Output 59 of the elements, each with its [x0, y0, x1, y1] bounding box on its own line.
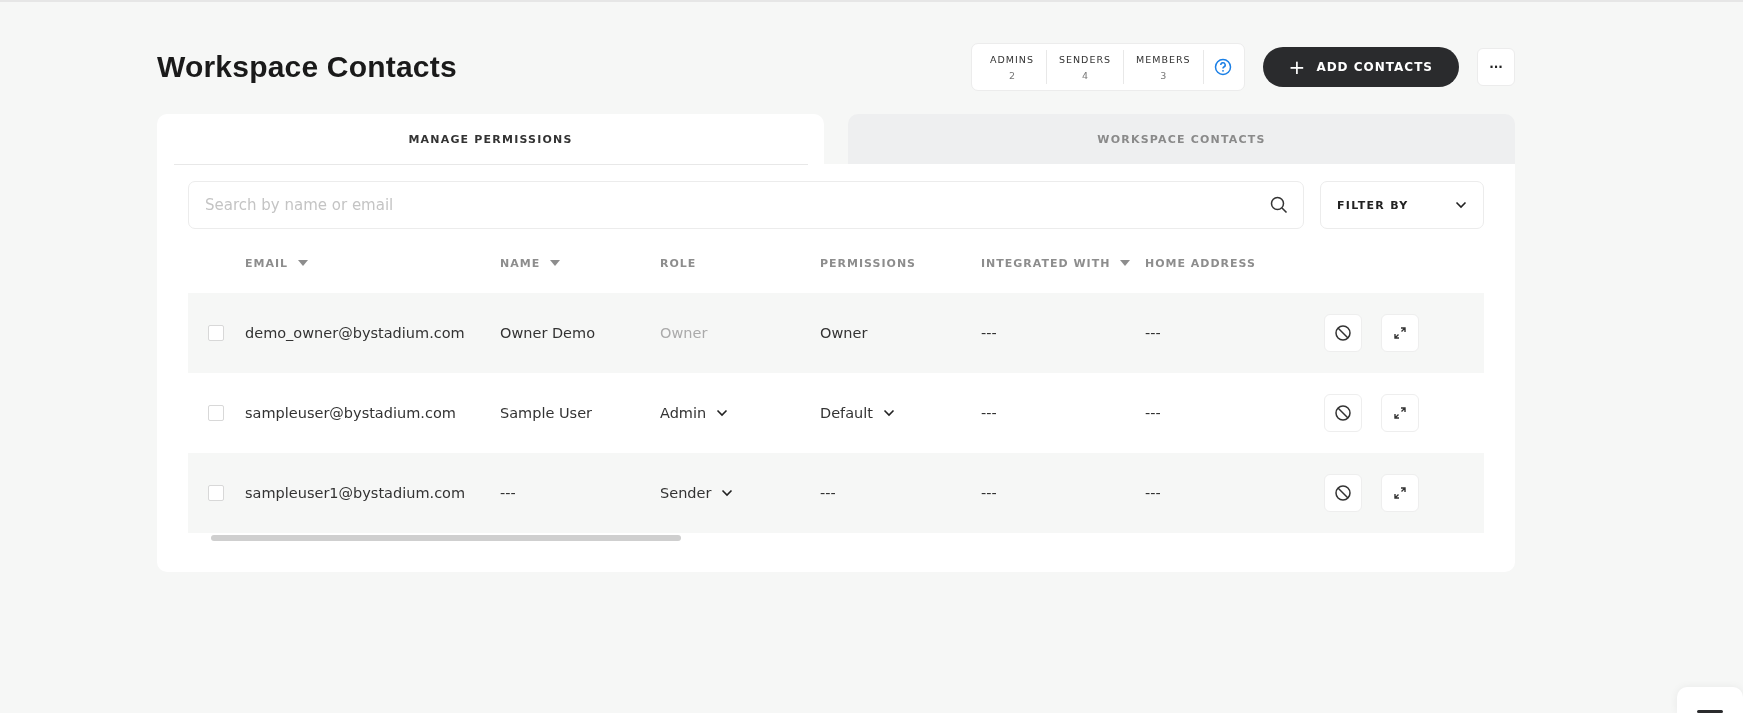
email-cell-text: sampleuser1@bystadium.com [245, 485, 467, 501]
column-header: PERMISSIONS [820, 256, 916, 270]
chevron-down-icon [716, 409, 729, 417]
expand-button[interactable] [1381, 394, 1419, 432]
more-button[interactable]: ··· [1477, 48, 1515, 86]
tab[interactable]: MANAGE PERMISSIONS [157, 114, 824, 164]
integration-cell-text: --- [981, 325, 998, 341]
search-icon [1270, 196, 1288, 214]
row-checkbox[interactable] [208, 405, 224, 421]
block-button[interactable] [1324, 474, 1362, 512]
add-contacts-button[interactable]: + ADD CONTACTS [1262, 47, 1459, 87]
stat-count: 4 [1082, 69, 1089, 81]
chevron-down-icon [1455, 201, 1467, 209]
expand-icon [1393, 486, 1407, 500]
email-cell-text: demo_owner@bystadium.com [245, 325, 466, 341]
sort-icon[interactable] [1120, 259, 1131, 267]
expand-button[interactable] [1381, 474, 1419, 512]
name-cell-text: Sample User [500, 405, 594, 421]
stat-label: ADMINS [990, 53, 1034, 65]
role-dropdown[interactable]: Admin [660, 405, 820, 421]
sort-icon[interactable] [550, 259, 561, 267]
expand-icon [1393, 406, 1407, 420]
stat-count: 3 [1160, 69, 1167, 81]
block-icon [1334, 484, 1352, 502]
chat-widget[interactable] [1677, 687, 1743, 713]
filter-dropdown[interactable]: FILTER BY [1320, 181, 1484, 229]
address-cell-text: --- [1145, 325, 1162, 341]
sort-icon[interactable] [298, 259, 309, 267]
permissions-cell-text: Owner [820, 325, 869, 341]
stat-label: MEMBERS [1136, 53, 1191, 65]
block-button[interactable] [1324, 314, 1362, 352]
search-field[interactable]: Search by name or email [188, 181, 1304, 229]
block-button[interactable] [1324, 394, 1362, 432]
block-icon [1334, 324, 1352, 342]
row-checkbox[interactable] [208, 485, 224, 501]
block-icon [1334, 404, 1352, 422]
integration-cell-text: --- [981, 405, 998, 421]
email-cell-text: sampleuser@bystadium.com [245, 405, 457, 421]
chevron-down-icon [883, 409, 895, 417]
permissions-dropdown[interactable]: Default [820, 405, 981, 421]
address-cell-text: --- [1145, 405, 1162, 421]
chevron-down-icon [721, 489, 734, 497]
address-cell-text: --- [1145, 485, 1162, 501]
name-cell-text: --- [500, 485, 517, 501]
expand-icon [1393, 326, 1407, 340]
integration-cell-text: --- [981, 485, 998, 501]
row-checkbox[interactable] [208, 325, 224, 341]
expand-button[interactable] [1381, 314, 1419, 352]
role-cell-text: Owner [660, 325, 709, 341]
permissions-cell-text: --- [820, 485, 837, 501]
stat-label: SENDERS [1058, 53, 1112, 65]
column-header: ROLE [660, 256, 697, 270]
role-dropdown[interactable]: Sender [660, 485, 820, 501]
page-title: Workspace Contacts [157, 50, 457, 84]
stat-count: 2 [1008, 69, 1015, 81]
scrollbar[interactable] [211, 535, 681, 541]
column-header: HOME ADDRESS [1145, 256, 1256, 270]
help-icon[interactable] [1213, 58, 1232, 76]
name-cell-text: Owner Demo [500, 325, 597, 341]
